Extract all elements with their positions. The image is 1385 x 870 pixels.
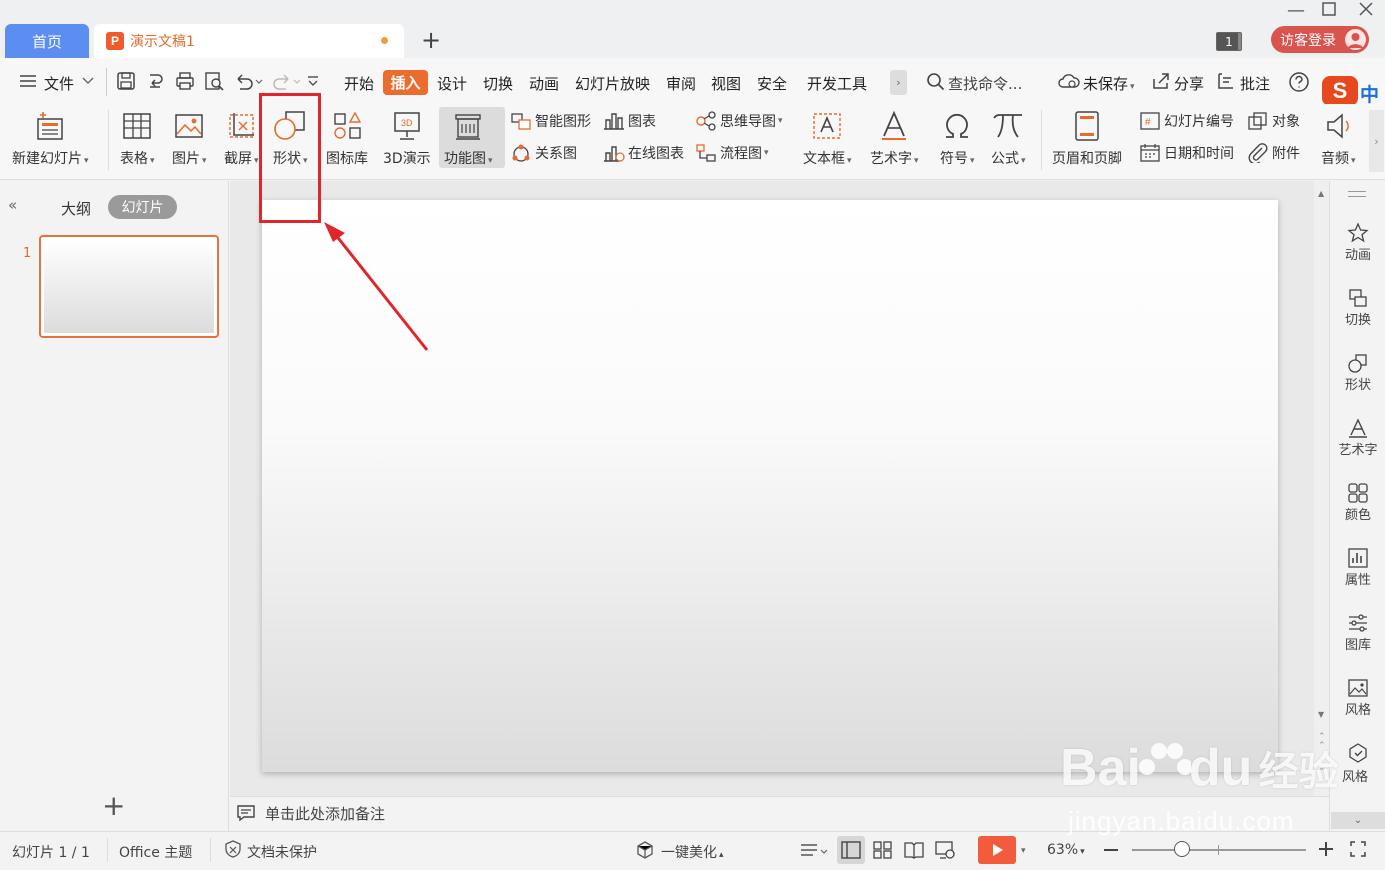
annotation-arrow — [324, 222, 429, 351]
